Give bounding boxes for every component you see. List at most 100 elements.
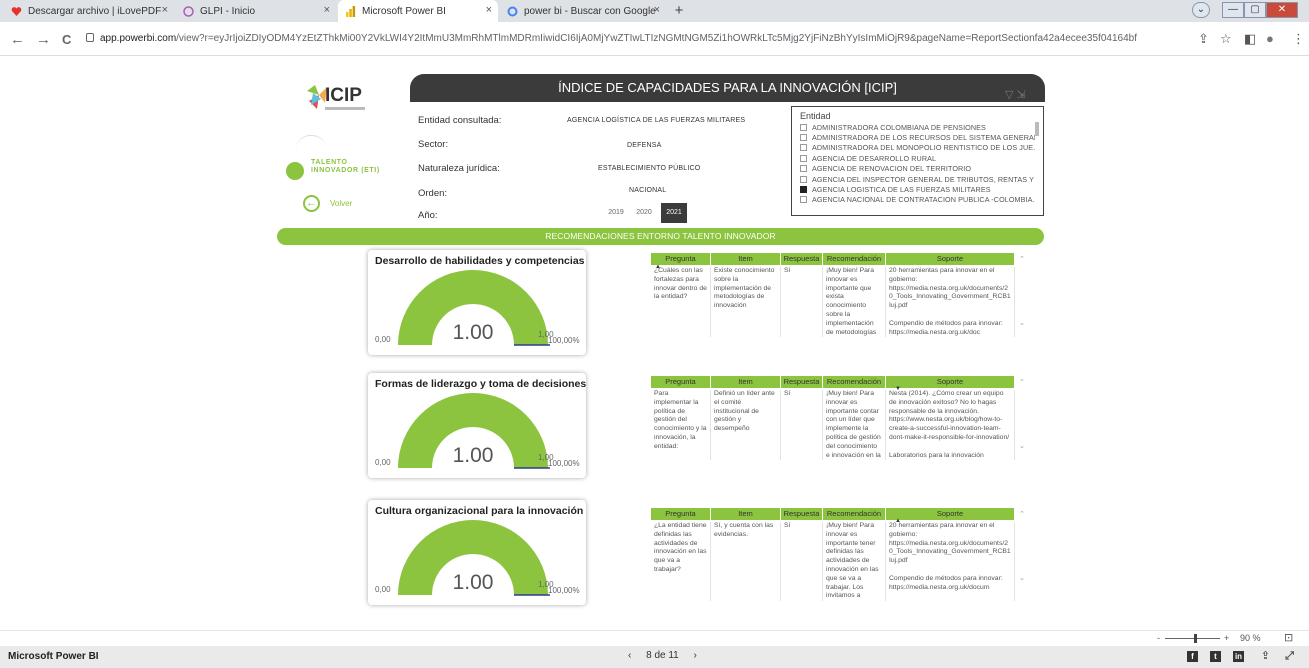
sort-arrow-icon[interactable]: ▼ [895,386,901,392]
checkbox-icon[interactable] [800,144,807,152]
close-tab-icon[interactable]: × [324,4,330,16]
slicer-item[interactable]: ADMINISTRADORA DEL MONOPOLIO RENTISTICO … [800,143,1035,153]
table-row: ¿Cuáles con las fortalezas para innovar … [651,265,1015,338]
slicer-item[interactable]: AGENCIA DEL INSPECTOR GENERAL DE TRIBUTO… [800,174,1035,184]
reload-icon[interactable]: C [62,32,71,47]
fullscreen-icon[interactable]: ⤢ [1284,651,1295,662]
slicer-item[interactable]: AGENCIA NACIONAL DE CONTRATACION PUBLICA… [800,195,1035,205]
volver-button[interactable]: Volver [330,199,352,208]
slicer-item[interactable]: AGENCIA DE RENOVACION DEL TERRITORIO [800,164,1035,174]
next-page-button[interactable]: › [694,650,697,661]
zoom-in-button[interactable]: + [1224,633,1229,643]
minimize-button[interactable]: — [1222,2,1244,18]
recommendation-table[interactable]: Pregunta Item Respuesta Recomendación So… [651,376,1015,481]
slicer-item[interactable]: ADMINISTRADORA DE LOS RECURSOS DEL SISTE… [800,132,1035,142]
col-respuesta[interactable]: Respuesta [781,508,823,520]
brand-label: Microsoft Power BI [8,651,99,662]
facebook-icon[interactable]: f [1187,651,1198,662]
col-recomendacion[interactable]: Recomendación [823,253,886,265]
gauge-value: 1.00 [452,321,494,344]
gauge-card: Desarrollo de habilidades y competencias… [368,250,586,355]
year-2021-button[interactable]: 2021 [661,203,687,223]
bookmark-star-icon[interactable]: ☆ [1220,31,1232,47]
tab-google-search[interactable]: power bi - Buscar con Google × [500,0,666,22]
share-report-icon[interactable]: ⇪ [1260,651,1271,662]
cell-respuesta: Sí [781,390,823,461]
side-panel-icon[interactable]: ◧ [1244,31,1256,47]
sort-arrow-icon[interactable]: ▲ [895,518,901,524]
sort-arrow-icon[interactable]: ▲ [655,264,661,270]
col-pregunta[interactable]: Pregunta [651,376,711,388]
tab-glpi[interactable]: GLPI - Inicio × [176,0,336,22]
year-2019-button[interactable]: 2019 [603,203,629,223]
year-2020-button[interactable]: 2020 [631,203,657,223]
cell-recomendacion: ¡Muy bien! Para innovar es importante qu… [823,267,886,338]
checkbox-icon[interactable] [800,175,807,183]
recommendation-table[interactable]: Pregunta Item Respuesta Recomendación So… [651,508,1015,613]
filter-icon[interactable]: ▽ ⇲ [1005,88,1026,101]
checkbox-icon[interactable] [800,134,807,142]
prev-page-button[interactable]: ‹ [628,650,631,661]
close-tab-icon[interactable]: × [486,4,492,16]
col-respuesta[interactable]: Respuesta [781,376,823,388]
table-scrollbar[interactable]: ⌃ ⌄ [1017,378,1027,450]
cell-soporte: Nesta (2014). ¿Cómo crear un equipo de i… [886,390,1015,461]
recommendation-table[interactable]: Pregunta Item Respuesta Recomendación So… [651,253,1015,358]
checkbox-icon[interactable] [800,186,807,194]
close-tab-icon[interactable]: × [162,4,168,16]
tab-ilovepdf[interactable]: Descargar archivo | iLovePDF × [4,0,174,22]
zoom-slider-thumb[interactable] [1194,634,1197,643]
col-respuesta[interactable]: Respuesta [781,253,823,265]
tab-power-bi[interactable]: Microsoft Power BI × [338,0,498,22]
slicer-list: ADMINISTRADORA COLOMBIANA DE PENSIONES AD… [800,122,1035,205]
twitter-icon[interactable]: t [1210,651,1221,662]
cell-recomendacion: ¡Muy bien! Para innovar es importante te… [823,522,886,602]
slicer-item-label: AGENCIA NACIONAL DE CONTRATACION PUBLICA… [812,195,1035,205]
share-icon[interactable]: ⇪ [1198,31,1209,47]
col-pregunta[interactable]: Pregunta [651,508,711,520]
zoom-level: 90 % [1240,633,1261,643]
fit-page-icon[interactable]: ⊡ [1284,631,1293,644]
talento-label-line2: INNOVADOR (ETI) [311,167,380,174]
logo-text: ICIP [325,85,362,106]
col-soporte[interactable]: Soporte [886,376,1015,388]
zoom-slider[interactable] [1165,638,1220,639]
col-recomendacion[interactable]: Recomendación [823,376,886,388]
table-scrollbar[interactable]: ⌃ ⌄ [1017,255,1027,327]
close-window-button[interactable]: ✕ [1266,2,1298,18]
col-recomendacion[interactable]: Recomendación [823,508,886,520]
slicer-item[interactable]: AGENCIA DE DESARROLLO RURAL [800,153,1035,163]
col-item[interactable]: Item [711,376,781,388]
close-tab-icon[interactable]: × [654,4,660,16]
zoom-out-button[interactable]: - [1157,633,1160,643]
cell-pregunta: Para implementar la política de gestión … [651,390,711,461]
new-tab-button[interactable]: + [670,2,688,20]
col-item[interactable]: Item [711,253,781,265]
checkbox-icon[interactable] [800,165,807,173]
slicer-scrollbar[interactable] [1035,122,1039,136]
maximize-button[interactable]: ▢ [1244,2,1266,18]
slicer-item[interactable]: AGENCIA LOGISTICA DE LAS FUERZAS MILITAR… [800,184,1035,194]
col-soporte[interactable]: Soporte [886,253,1015,265]
checkbox-icon[interactable] [800,123,807,131]
forward-arrow-icon[interactable]: → [36,31,51,48]
tab-search-button[interactable]: ⌄ [1192,2,1210,18]
checkbox-icon[interactable] [800,154,807,162]
checkbox-icon[interactable] [800,196,807,204]
col-item[interactable]: Item [711,508,781,520]
anio-label: Año: [418,210,438,221]
linkedin-icon[interactable]: in [1233,651,1244,662]
talento-label-line1: TALENTO [311,159,348,166]
google-icon [507,6,518,17]
col-soporte[interactable]: Soporte [886,508,1015,520]
back-circle-icon[interactable]: ← [303,195,320,212]
logo-subline [325,107,365,110]
profile-icon[interactable]: ● [1266,31,1274,46]
table-header: Pregunta Item Respuesta Recomendación So… [651,376,1015,388]
address-bar[interactable]: app.powerbi.com/view?r=eyJrIjoiZDIyODM4Y… [86,30,1166,48]
back-arrow-icon[interactable]: ← [10,31,25,48]
entidad-slicer[interactable]: Entidad ADMINISTRADORA COLOMBIANA DE PEN… [791,106,1044,216]
menu-icon[interactable]: ⋮ [1292,31,1305,47]
table-scrollbar[interactable]: ⌃ ⌄ [1017,510,1027,582]
slicer-item[interactable]: ADMINISTRADORA COLOMBIANA DE PENSIONES [800,122,1035,132]
